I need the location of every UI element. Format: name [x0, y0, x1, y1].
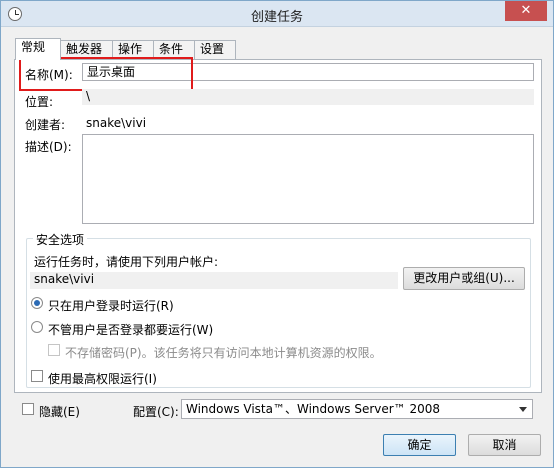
- change-user-button[interactable]: 更改用户或组(U)...: [403, 267, 525, 290]
- security-options-title: 安全选项: [33, 231, 88, 248]
- logged-on-label: 只在用户登录时运行(R): [48, 299, 174, 313]
- window-title: 创建任务: [250, 10, 303, 25]
- author-value: snake\vivi: [86, 116, 147, 130]
- whether-logged-on-radio[interactable]: [31, 321, 43, 333]
- hidden-label: 隐藏(E): [39, 405, 80, 419]
- configure-select-value: Windows Vista™、Windows Server™ 2008: [186, 402, 441, 416]
- logged-on-radio[interactable]: [31, 297, 43, 309]
- highest-privileges-label: 使用最高权限运行(I): [48, 372, 157, 386]
- hidden-checkbox[interactable]: [22, 403, 34, 415]
- user-account-value: snake\vivi: [30, 272, 398, 289]
- run-as-prompt: 运行任务时，请使用下列用户帐户:: [34, 255, 219, 269]
- configure-select[interactable]: Windows Vista™、Windows Server™ 2008: [181, 399, 533, 419]
- author-label: 创建者:: [25, 118, 66, 132]
- description-textarea[interactable]: [82, 134, 534, 224]
- description-label: 描述(D):: [25, 140, 72, 154]
- tab-settings[interactable]: 设置: [194, 40, 236, 59]
- cancel-button[interactable]: 取消: [468, 434, 541, 456]
- title-bar: 创建任务 ✕: [1, 1, 553, 27]
- tab-general[interactable]: 常规: [15, 38, 61, 60]
- highlight-box: [19, 57, 193, 91]
- location-label: 位置:: [25, 95, 54, 109]
- whether-logged-on-label: 不管用户是否登录都要运行(W): [48, 323, 214, 337]
- do-not-store-password-checkbox[interactable]: [48, 344, 60, 356]
- ok-button[interactable]: 确定: [383, 434, 456, 456]
- highest-privileges-checkbox[interactable]: [31, 370, 43, 382]
- chevron-down-icon: [519, 407, 527, 412]
- close-button[interactable]: ✕: [505, 1, 547, 21]
- do-not-store-password-label: 不存储密码(P)。该任务将只有访问本地计算机资源的权限。: [65, 346, 382, 360]
- configure-label: 配置(C):: [133, 405, 179, 419]
- location-value: \: [82, 89, 534, 105]
- create-task-dialog: 创建任务 ✕ 常规 触发器 操作 条件 设置 名称(M): 显示桌面 位置: \…: [0, 0, 554, 468]
